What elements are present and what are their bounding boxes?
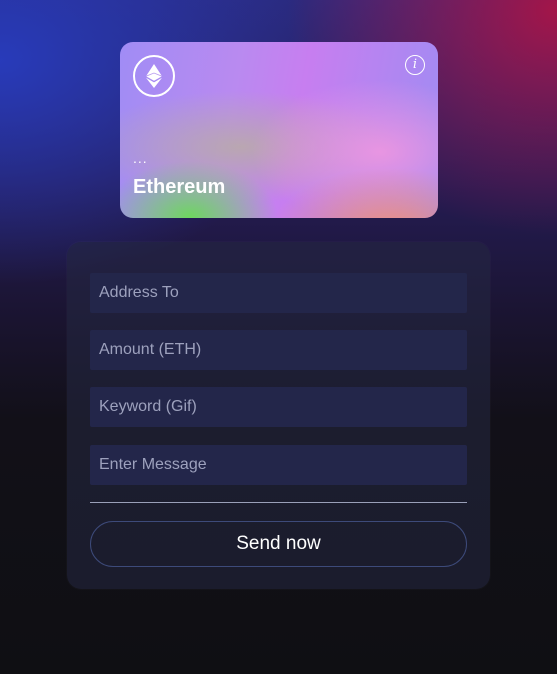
ethereum-logo-icon <box>146 64 162 88</box>
card-address: ... <box>133 150 148 166</box>
keyword-input[interactable] <box>90 387 467 427</box>
address-to-input[interactable] <box>90 273 467 313</box>
info-icon[interactable]: i <box>405 55 425 75</box>
send-form-panel: Send now <box>67 242 490 589</box>
amount-input[interactable] <box>90 330 467 370</box>
ethereum-card: i ... Ethereum <box>120 42 438 218</box>
message-input[interactable] <box>90 445 467 485</box>
send-now-button[interactable]: Send now <box>90 521 467 567</box>
card-network-name: Ethereum <box>133 176 226 198</box>
form-divider <box>90 502 467 503</box>
ethereum-logo-circle <box>133 55 175 97</box>
